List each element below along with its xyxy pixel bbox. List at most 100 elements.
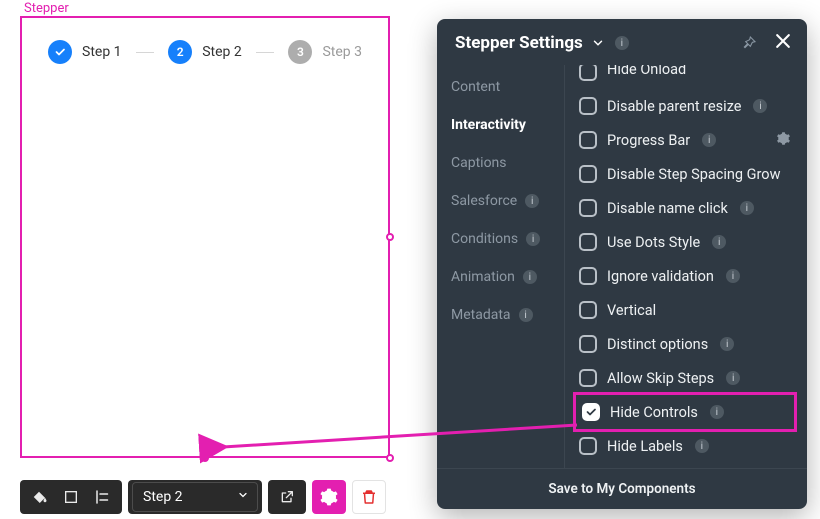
panel-tab-label: Content	[451, 79, 500, 95]
info-icon[interactable]: i	[726, 371, 740, 385]
resize-handle-right[interactable]	[386, 233, 394, 241]
resize-handle-bottom[interactable]	[201, 454, 209, 462]
stepper-canvas[interactable]: Step 1 2 Step 2 3 Step 3	[20, 16, 390, 458]
info-icon[interactable]: i	[753, 99, 767, 113]
step-bubble-1[interactable]	[48, 40, 72, 64]
chevron-down-icon[interactable]	[591, 36, 605, 50]
border-button[interactable]	[56, 482, 86, 512]
step-selector[interactable]: Step 2	[132, 482, 258, 512]
settings-button[interactable]	[312, 480, 346, 514]
settings-panel: Stepper Settings i Content Interactivity C…	[437, 19, 807, 509]
info-icon[interactable]: i	[525, 194, 539, 208]
step-label-1[interactable]: Step 1	[82, 44, 122, 60]
info-icon[interactable]: i	[726, 269, 740, 283]
step-bubble-2[interactable]: 2	[168, 40, 192, 64]
option-row[interactable]: Disable name clicki	[565, 191, 803, 225]
option-label: Allow Skip Steps	[607, 370, 714, 387]
panel-tab-label: Metadata	[451, 307, 511, 323]
toolbar-group-open	[268, 480, 306, 514]
panel-tab-label: Conditions	[451, 231, 518, 247]
option-label: Use Dots Style	[607, 234, 700, 251]
option-row[interactable]: Use Dots Style i	[565, 225, 803, 259]
info-icon[interactable]: i	[740, 201, 754, 215]
info-icon[interactable]: i	[526, 232, 540, 246]
option-row[interactable]: Disable parent resize i	[565, 89, 803, 123]
panel-tab[interactable]: Content	[437, 69, 564, 105]
option-row[interactable]: Allow Skip Steps i	[565, 361, 803, 395]
checkbox[interactable]	[579, 165, 597, 183]
panel-tab[interactable]: Conditions i	[437, 221, 564, 257]
panel-tab[interactable]: Salesforcei	[437, 183, 564, 219]
checkbox[interactable]	[579, 335, 597, 353]
align-left-icon	[94, 488, 112, 506]
option-label: Hide Onload	[607, 65, 686, 78]
pin-icon[interactable]	[741, 35, 757, 51]
checkbox[interactable]	[579, 233, 597, 251]
info-icon[interactable]: i	[702, 133, 716, 147]
check-icon	[585, 406, 597, 418]
checkbox[interactable]	[579, 301, 597, 319]
resize-handle-corner[interactable]	[386, 454, 394, 462]
bottom-toolbar: Step 2	[20, 480, 386, 514]
option-row[interactable]: Vertical	[565, 293, 803, 327]
option-row[interactable]: Distinct optionsi	[565, 327, 803, 361]
option-row[interactable]: Hide Onload	[565, 65, 803, 89]
panel-tab[interactable]: Metadata i	[437, 297, 564, 333]
info-icon[interactable]: i	[519, 308, 533, 322]
panel-tab[interactable]: Captions	[437, 145, 564, 181]
option-row[interactable]: Hide Controlsi	[573, 392, 797, 432]
option-label: Ignore validation	[607, 268, 714, 285]
step-label-3[interactable]: Step 3	[322, 44, 362, 60]
option-row[interactable]: Progress Bar i	[565, 123, 803, 157]
align-button[interactable]	[88, 482, 118, 512]
info-icon[interactable]: i	[712, 235, 726, 249]
checkbox[interactable]	[579, 131, 597, 149]
checkbox[interactable]	[582, 403, 600, 421]
option-row[interactable]: Ignore validation i	[565, 259, 803, 293]
step-bubble-3[interactable]: 3	[288, 40, 312, 64]
paint-bucket-icon	[30, 488, 48, 506]
panel-header: Stepper Settings i	[437, 19, 807, 65]
panel-tab-label: Captions	[451, 155, 507, 171]
option-label: Progress Bar	[607, 132, 690, 149]
step-connector	[136, 52, 155, 53]
info-icon[interactable]: i	[695, 439, 709, 453]
option-label: Hide Labels	[607, 438, 683, 455]
external-link-icon	[279, 489, 295, 505]
fill-button[interactable]	[24, 482, 54, 512]
option-label: Disable Step Spacing Grow	[607, 166, 780, 183]
square-icon	[63, 489, 79, 505]
panel-tab[interactable]: Animationi	[437, 259, 564, 295]
close-button[interactable]	[773, 31, 793, 55]
option-label: Disable parent resize	[607, 98, 741, 115]
save-to-components-button[interactable]: Save to My Components	[437, 468, 807, 509]
checkbox[interactable]	[579, 437, 597, 455]
steps-row: Step 1 2 Step 2 3 Step 3	[22, 18, 388, 86]
panel-options[interactable]: Hide OnloadDisable parent resizeiProgres…	[565, 65, 807, 468]
checkbox[interactable]	[579, 199, 597, 217]
option-row[interactable]: Disable Step Spacing Grow	[565, 157, 803, 191]
info-icon[interactable]: i	[720, 337, 734, 351]
panel-title: Stepper Settings	[455, 33, 583, 53]
step-label-2[interactable]: Step 2	[202, 44, 242, 60]
component-label: Stepper	[22, 1, 71, 16]
delete-button[interactable]	[352, 480, 386, 514]
step-connector	[256, 52, 275, 53]
close-icon	[773, 31, 793, 51]
option-label: Vertical	[607, 302, 656, 319]
trash-icon	[360, 488, 378, 506]
checkbox[interactable]	[579, 369, 597, 387]
panel-tab-label: Interactivity	[451, 117, 526, 133]
info-icon[interactable]: i	[615, 36, 629, 50]
checkbox[interactable]	[579, 97, 597, 115]
checkbox[interactable]	[579, 65, 597, 81]
checkbox[interactable]	[579, 267, 597, 285]
open-external-button[interactable]	[272, 482, 302, 512]
panel-tab[interactable]: Interactivity	[437, 107, 564, 143]
info-icon[interactable]: i	[523, 270, 537, 284]
step-selector-value: Step 2	[143, 489, 183, 505]
option-row[interactable]: Hide Labels i	[565, 429, 803, 463]
info-icon[interactable]: i	[710, 405, 724, 419]
panel-tabs: ContentInteractivityCaptionsSalesforceiC…	[437, 65, 565, 468]
gear-icon[interactable]	[776, 131, 791, 150]
